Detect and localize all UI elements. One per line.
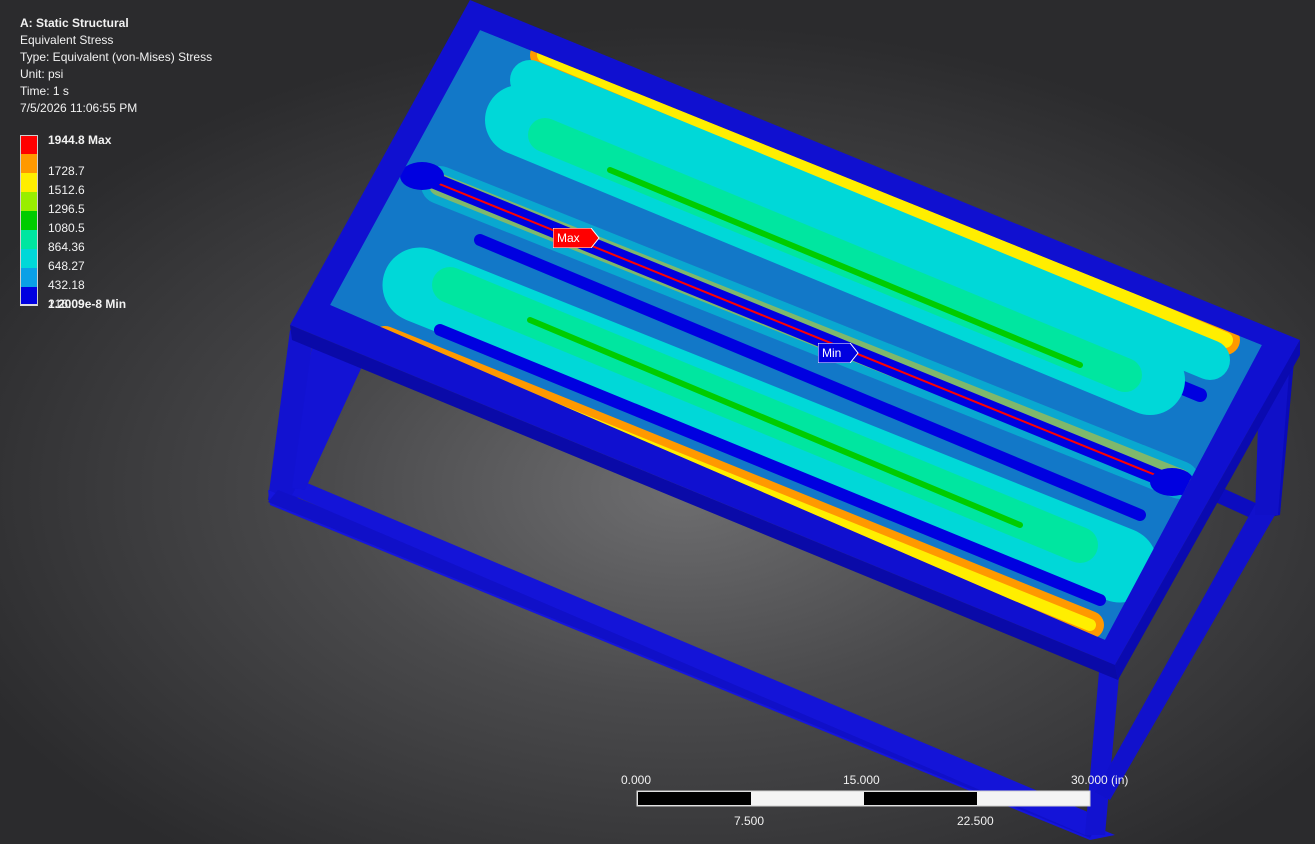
legend-level-label: 1512.6: [48, 183, 85, 197]
result-time: Time: 1 s: [20, 84, 69, 98]
legend-swatch: [20, 154, 38, 173]
legend-swatch: [20, 287, 38, 306]
legend-swatch: [20, 268, 38, 287]
legend-max-label: 1944.8 Max: [48, 133, 112, 147]
model-viewport[interactable]: [0, 0, 1315, 844]
scale-label-15: 15.000: [843, 773, 880, 787]
legend-swatch: [20, 192, 38, 211]
legend-level-label: 1080.5: [48, 221, 85, 235]
legend-level-label: 864.36: [48, 240, 85, 254]
result-unit: Unit: psi: [20, 67, 64, 81]
legend-swatch: [20, 173, 38, 192]
scale-label-0: 0.000: [621, 773, 652, 787]
scale-label-22-5: 22.500: [957, 814, 994, 828]
legend-level-label: 1728.7: [48, 164, 85, 178]
legend-level-label: 648.27: [48, 259, 85, 273]
min-probe-label: Min: [822, 346, 842, 360]
result-info-panel: A: Static Structural Equivalent Stress T…: [20, 15, 212, 117]
legend-swatch: [20, 249, 38, 268]
max-probe-label: Max: [557, 231, 580, 245]
result-timestamp: 7/5/2026 11:06:55 PM: [20, 101, 138, 115]
result-name: Equivalent Stress: [20, 33, 114, 47]
max-probe[interactable]: Max: [552, 227, 601, 253]
legend-swatch: [20, 135, 38, 154]
legend-swatch: [20, 230, 38, 249]
min-probe[interactable]: Min: [817, 342, 862, 368]
result-type: Type: Equivalent (von-Mises) Stress: [20, 50, 213, 64]
scale-label-7-5: 7.500: [734, 814, 765, 828]
stress-contour-plate: [330, 30, 1262, 640]
analysis-title: A: Static Structural: [20, 16, 129, 30]
legend-min-label: 1.2009e-8 Min: [48, 297, 127, 311]
scale-label-30: 30.000 (in): [1071, 773, 1129, 787]
legend-level-label: 1296.5: [48, 202, 85, 216]
legend-swatch: [20, 211, 38, 230]
scale-bar: [636, 790, 1091, 807]
legend-level-label: 432.18: [48, 278, 85, 292]
